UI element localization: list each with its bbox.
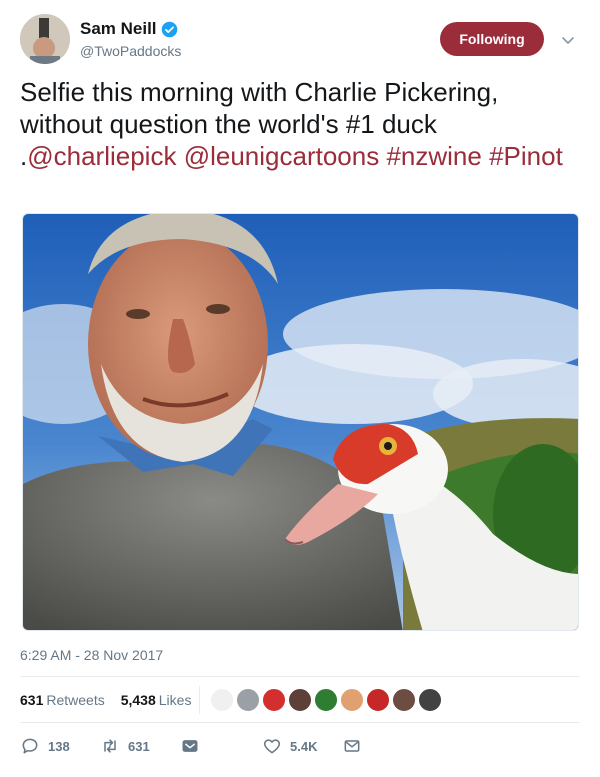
message-icon [182, 740, 198, 752]
liker-avatar[interactable] [236, 688, 260, 712]
liker-avatar[interactable] [210, 688, 234, 712]
user-names: Sam Neill @TwoPaddocks [80, 19, 181, 59]
like-count: 5.4K [290, 738, 318, 754]
divider [199, 686, 200, 714]
retweets-stat[interactable]: 631 Retweets [20, 692, 105, 708]
retweets-label: Retweets [46, 692, 105, 708]
like-button[interactable]: 5.4K [262, 736, 317, 756]
tweet-timestamp[interactable]: 6:29 AM - 28 Nov 2017 [20, 647, 163, 663]
share-button[interactable] [342, 736, 362, 756]
direct-message-button[interactable] [180, 736, 200, 756]
avatar[interactable] [20, 14, 70, 64]
liker-avatar[interactable] [262, 688, 286, 712]
likes-stat[interactable]: 5,438 Likes [121, 692, 192, 708]
liker-avatar[interactable] [288, 688, 312, 712]
engagement-stats: 631 Retweets 5,438 Likes [20, 678, 207, 722]
display-name[interactable]: Sam Neill [80, 19, 178, 39]
likes-count: 5,438 [120, 692, 156, 708]
likes-label: Likes [158, 692, 192, 708]
tweet-header: Sam Neill @TwoPaddocks Following [20, 14, 580, 64]
liker-avatar[interactable] [314, 688, 338, 712]
hashtag-link[interactable]: #Pinot [489, 141, 563, 171]
retweet-count: 631 [128, 738, 150, 754]
user-handle[interactable]: @TwoPaddocks [80, 43, 181, 59]
divider [20, 722, 580, 723]
heart-icon [263, 739, 281, 754]
tweet-photo[interactable] [22, 213, 579, 631]
reply-icon [22, 738, 38, 754]
mail-icon [344, 740, 360, 752]
liker-avatar[interactable] [340, 688, 364, 712]
liker-avatar[interactable] [366, 688, 390, 712]
retweet-button[interactable]: 631 [100, 736, 150, 756]
avatar-image [20, 14, 70, 64]
reply-count: 138 [48, 738, 70, 754]
divider [20, 676, 580, 677]
chevron-down-icon[interactable] [560, 32, 576, 48]
verified-badge-icon [161, 21, 177, 37]
mention-link[interactable]: @charliepick [27, 141, 176, 171]
liker-avatars [210, 688, 444, 712]
reply-button[interactable]: 138 [20, 736, 70, 756]
retweet-icon [104, 739, 116, 753]
tweet-text: Selfie this morning with Charlie Pickeri… [20, 76, 580, 172]
liker-avatar[interactable] [418, 688, 442, 712]
selfie-with-duck-image [23, 214, 578, 630]
retweets-count: 631 [20, 692, 44, 708]
tweet-actions: 138 631 5.4K [20, 732, 580, 762]
mention-link[interactable]: @leunigcartoons [184, 141, 380, 171]
liker-avatar[interactable] [392, 688, 416, 712]
following-button[interactable]: Following [440, 22, 544, 56]
hashtag-link[interactable]: #nzwine [386, 141, 481, 171]
